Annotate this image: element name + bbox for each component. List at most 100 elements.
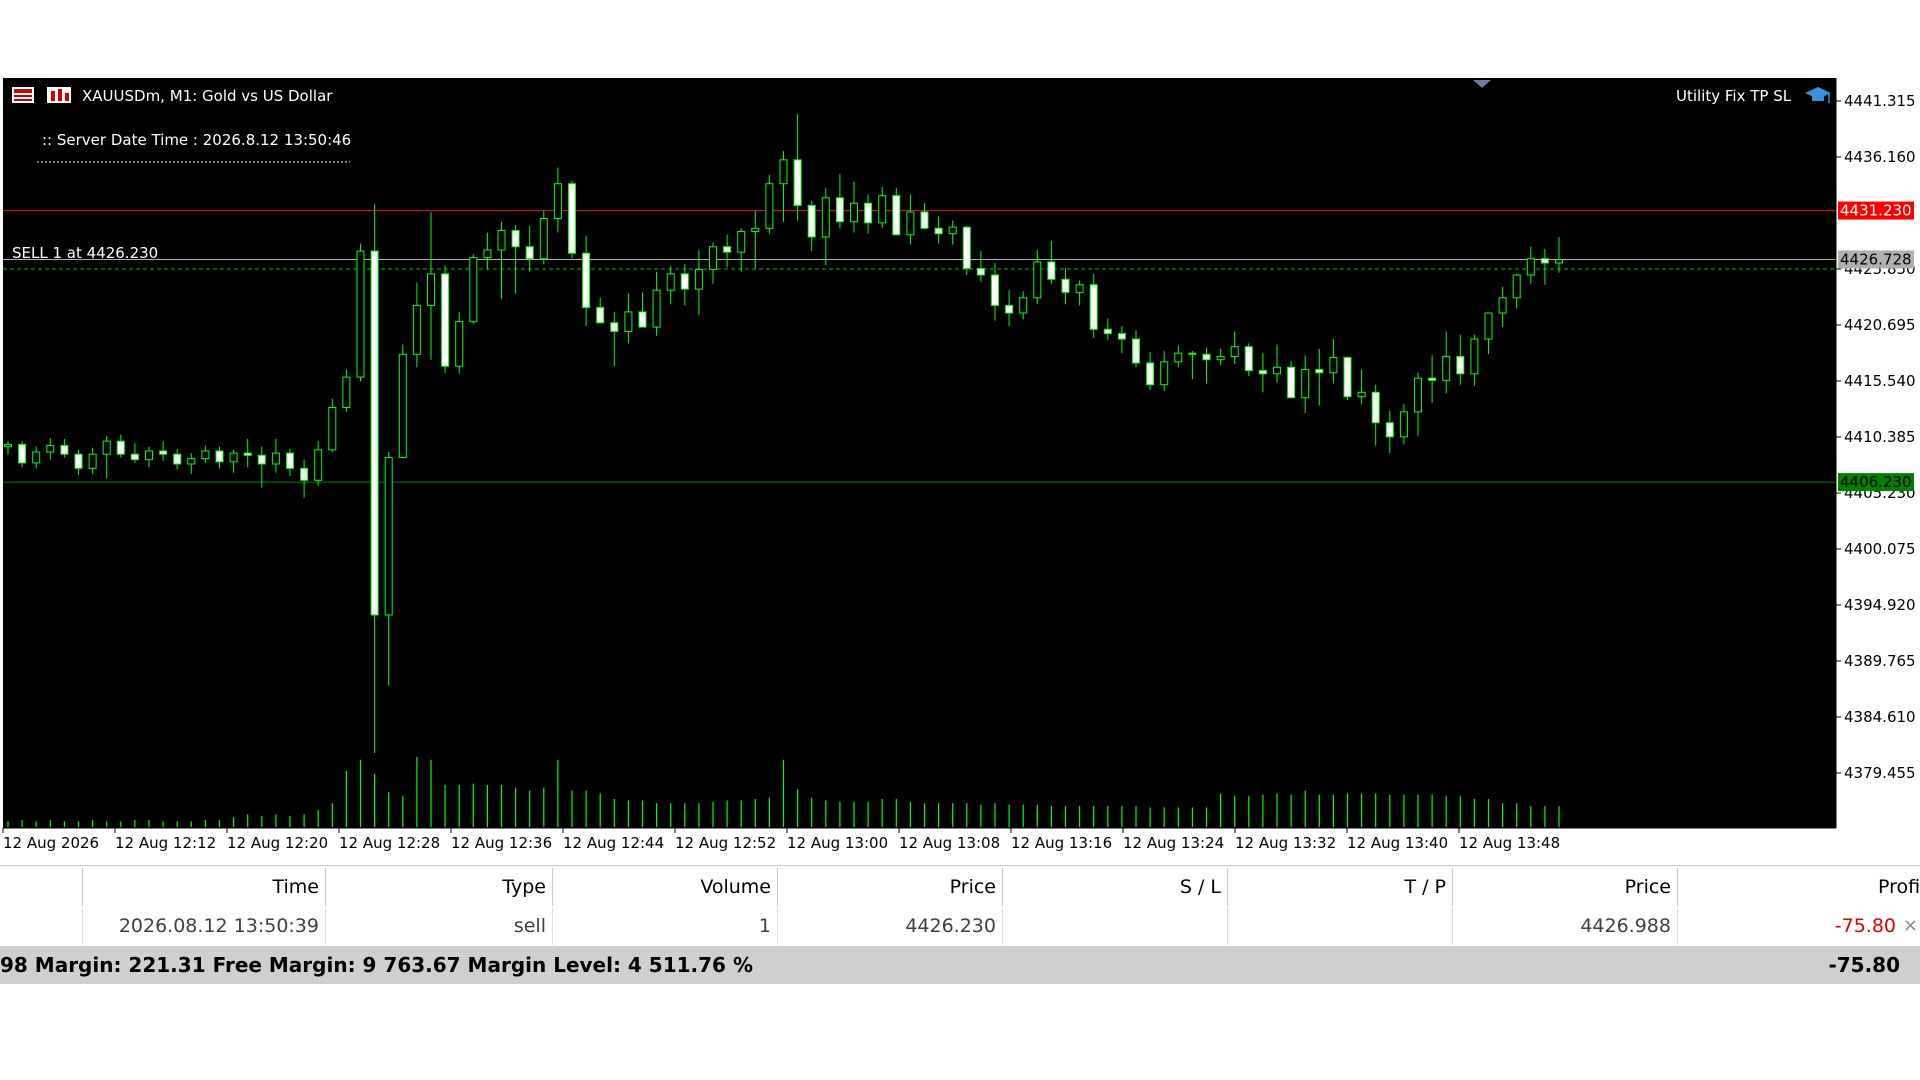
candle-body bbox=[201, 450, 210, 460]
stop-loss-badge-label: 4406.230 bbox=[1840, 473, 1912, 491]
candle-body bbox=[568, 183, 576, 254]
candle-body bbox=[906, 211, 915, 236]
header-time[interactable]: Time bbox=[82, 868, 325, 906]
candle-body bbox=[159, 450, 168, 455]
x-tick-label: 12 Aug 12:20 bbox=[227, 834, 328, 852]
candle-body bbox=[624, 311, 633, 332]
y-tick-label: 4436.160 bbox=[1844, 148, 1916, 166]
account-summary-bar: 98 Margin: 221.31 Free Margin: 9 763.67 … bbox=[0, 946, 1920, 984]
candle-body bbox=[709, 246, 717, 271]
candle-body bbox=[610, 322, 619, 332]
candle-body bbox=[1216, 355, 1225, 361]
candle-body bbox=[300, 467, 309, 481]
x-tick-label: 12 Aug 13:40 bbox=[1347, 834, 1448, 852]
candle-body bbox=[1470, 338, 1479, 375]
candle-body bbox=[962, 226, 971, 269]
header-price[interactable]: Price bbox=[777, 868, 1002, 906]
y-tick-label: 4384.610 bbox=[1844, 708, 1916, 726]
candle-body bbox=[1315, 368, 1324, 374]
candle-body bbox=[18, 443, 27, 464]
candle-body bbox=[511, 229, 520, 248]
header-sl[interactable]: S / L bbox=[1002, 868, 1227, 906]
price-chart[interactable]: 4441.3154436.1604425.8504420.6954415.540… bbox=[0, 75, 1920, 865]
candle-body bbox=[652, 289, 661, 328]
close-order-icon[interactable]: × bbox=[1903, 907, 1918, 945]
candle-body bbox=[934, 227, 943, 235]
x-tick-label: 12 Aug 13:08 bbox=[899, 834, 1000, 852]
candle-body bbox=[1244, 346, 1253, 372]
candle-body bbox=[765, 183, 774, 229]
candle-body bbox=[680, 273, 689, 290]
header-volume[interactable]: Volume bbox=[552, 868, 777, 906]
candle-body bbox=[1019, 297, 1028, 314]
candle-body bbox=[4, 443, 12, 448]
candle-body bbox=[751, 227, 760, 233]
candle-body bbox=[328, 407, 337, 451]
candle-body bbox=[1258, 370, 1267, 375]
candle-body bbox=[539, 217, 548, 260]
y-tick-label: 4410.385 bbox=[1844, 428, 1916, 446]
candle-body bbox=[483, 249, 492, 259]
x-tick-label: 12 Aug 13:00 bbox=[787, 834, 888, 852]
total-profit: -75.80 bbox=[1828, 953, 1900, 977]
candle-body bbox=[469, 257, 478, 323]
candle-body bbox=[46, 445, 55, 453]
x-tick-label: 12 Aug 12:52 bbox=[675, 834, 776, 852]
candle-body bbox=[638, 311, 647, 328]
header-type[interactable]: Type bbox=[325, 868, 552, 906]
candle-body bbox=[187, 458, 196, 465]
candle-body bbox=[412, 304, 421, 355]
candle-body bbox=[1089, 284, 1098, 330]
x-tick-label: 12 Aug 2026 bbox=[3, 834, 99, 852]
candle-body bbox=[1428, 377, 1437, 381]
candle-body bbox=[1442, 355, 1451, 381]
candle-body bbox=[130, 453, 139, 461]
candle-body bbox=[257, 454, 266, 465]
candle-body bbox=[666, 273, 675, 291]
server-date-time: :: Server Date Time : 2026.8.12 13:50:46 bbox=[42, 131, 351, 149]
candle-body bbox=[1456, 355, 1465, 375]
y-tick-label: 4441.315 bbox=[1844, 92, 1916, 110]
candle-body bbox=[441, 273, 450, 367]
candle-body bbox=[892, 195, 901, 236]
candle-body bbox=[1414, 377, 1422, 413]
candle-body bbox=[102, 440, 111, 455]
y-tick-label: 4379.455 bbox=[1844, 764, 1916, 782]
candle-body bbox=[1146, 362, 1155, 386]
candle-body bbox=[779, 159, 788, 185]
candle-body bbox=[1047, 261, 1056, 280]
candle-body bbox=[1512, 274, 1521, 299]
header-current-price[interactable]: Price bbox=[1452, 868, 1677, 906]
x-tick-label: 12 Aug 13:16 bbox=[1011, 834, 1112, 852]
trade-panel: Time Type Volume Price S / L T / P Price… bbox=[0, 865, 1920, 984]
order-sl[interactable] bbox=[1002, 907, 1227, 945]
bid-price-badge-label: 4426.728 bbox=[1840, 250, 1912, 268]
header-tp[interactable]: T / P bbox=[1227, 868, 1452, 906]
candle-body bbox=[1103, 328, 1112, 335]
candle-body bbox=[497, 229, 506, 251]
candle-body bbox=[74, 453, 83, 469]
order-tp[interactable] bbox=[1227, 907, 1452, 945]
y-tick-label: 4415.540 bbox=[1844, 372, 1916, 390]
candle-body bbox=[1371, 391, 1380, 424]
candle-body bbox=[1160, 361, 1169, 386]
order-volume: 1 bbox=[552, 907, 777, 945]
candle-body bbox=[384, 456, 393, 616]
candle-body bbox=[1343, 357, 1352, 398]
candle-body bbox=[427, 273, 435, 306]
candle-body bbox=[455, 321, 464, 367]
candle-body bbox=[1033, 261, 1042, 299]
indicator-name: Utility Fix TP SL bbox=[1676, 87, 1792, 105]
candle-body bbox=[1202, 353, 1211, 361]
candle-body bbox=[1132, 338, 1140, 364]
candle-body bbox=[694, 269, 703, 290]
x-axis: 12 Aug 2026 12 Aug 12:12 12 Aug 12:20 12 Au… bbox=[2, 828, 1560, 852]
candle-body bbox=[243, 452, 252, 456]
candle-body bbox=[920, 211, 929, 229]
header-profit[interactable]: Profit bbox=[1677, 868, 1920, 906]
candle-body bbox=[878, 195, 887, 224]
x-tick-label: 12 Aug 13:32 bbox=[1235, 834, 1336, 852]
x-tick-label: 12 Aug 12:36 bbox=[451, 834, 552, 852]
chart-window[interactable]: 4441.315 4436.160 4425.850 4420.695 4415.540… bbox=[0, 75, 1920, 865]
table-row[interactable]: 2026.08.12 13:50:39 sell 1 4426.230 4426… bbox=[0, 907, 1920, 945]
